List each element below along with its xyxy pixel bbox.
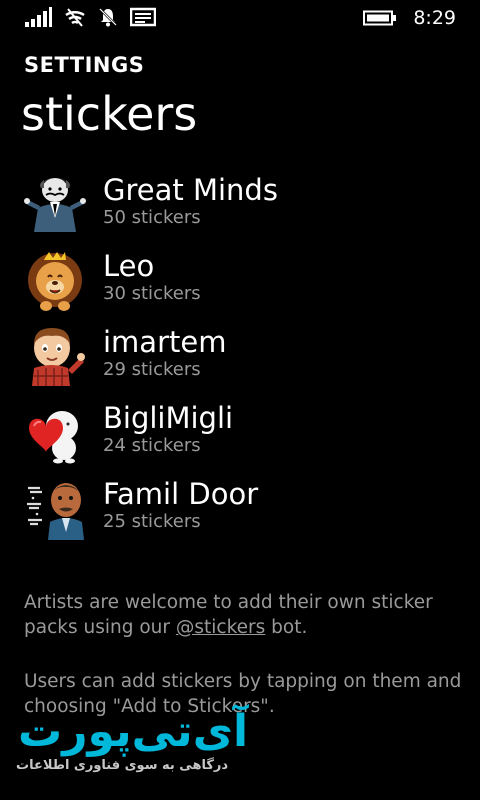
sticker-pack-list: Great Minds 50 stickers Leo 30 stickers [24,172,464,552]
message-icon [130,7,156,27]
imartem-boy-sticker-icon [32,328,85,386]
sticker-pack-item[interactable]: Leo 30 stickers [24,248,464,324]
artists-info-text: Artists are welcome to add their own sti… [24,590,474,640]
great-minds-sticker-icon [24,178,86,232]
pack-name: imartem [103,325,227,359]
battery-icon [363,10,397,26]
sticker-pack-item[interactable]: BigliMigli 24 stickers [24,400,464,476]
sticker-pack-item[interactable]: imartem 29 stickers [24,324,464,400]
signal-icon [25,7,52,27]
pack-text: Famil Door 25 stickers [103,476,258,534]
leo-lion-sticker-icon [28,252,82,311]
status-icons-left [24,7,156,27]
pack-count: 24 stickers [103,435,201,456]
app-title: SETTINGS [24,53,145,77]
sticker-pack-item[interactable]: Great Minds 50 stickers [24,172,464,248]
page-title: stickers [21,87,198,141]
silent-bell-icon [99,8,117,27]
pack-text: Leo 30 stickers [103,248,201,306]
sticker-pack-item[interactable]: Famil Door 25 stickers [24,476,464,552]
pack-count: 29 stickers [103,359,201,380]
wifi-icon [65,8,85,27]
status-icons-right: 8:29 [363,6,456,30]
biglimigli-heart-sticker-icon [29,411,78,464]
clock-time: 8:29 [413,7,456,29]
stickers-bot-link[interactable]: @stickers [176,617,265,638]
pack-text: Great Minds 50 stickers [103,172,278,230]
pack-text: imartem 29 stickers [103,324,226,382]
pack-name: Leo [103,249,155,283]
pack-text: BigliMigli 24 stickers [103,400,233,458]
watermark-logo-text: آی‌تی‌پورت [18,706,250,757]
status-bar: 8:29 [0,0,480,36]
pack-name: Famil Door [103,477,259,511]
pack-name: Great Minds [103,173,278,207]
pack-count: 50 stickers [103,207,201,228]
watermark-logo: آی‌تی‌پورت درگاهی به سوی فناوری اطلاعات [14,708,254,788]
artists-info-end: bot. [265,617,308,638]
pack-count: 30 stickers [103,283,201,304]
watermark-tagline: درگاهی به سوی فناوری اطلاعات [16,758,229,773]
pack-count: 25 stickers [103,511,201,532]
pack-name: BigliMigli [103,401,234,435]
famil-door-sticker-icon [24,478,84,540]
